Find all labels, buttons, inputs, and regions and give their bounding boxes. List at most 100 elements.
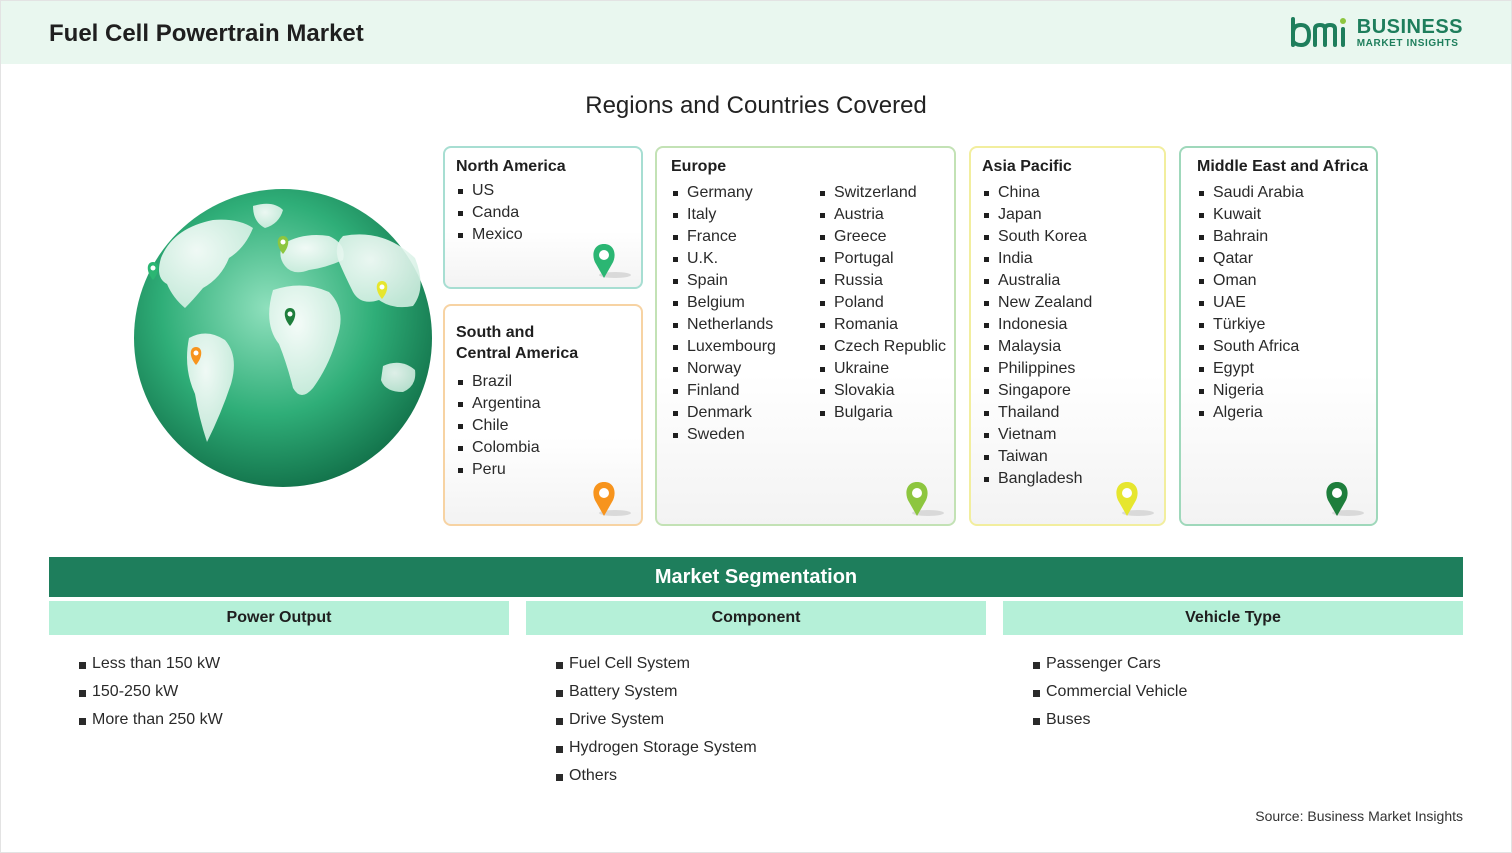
segment-header-vehicle-type: Vehicle Type (1003, 601, 1463, 635)
region-card-south-central-america: South and Central America Brazil Argenti… (443, 304, 643, 526)
country-item: Indonesia (982, 314, 1092, 336)
country-item: Bahrain (1197, 226, 1304, 248)
region-name: North America (456, 158, 566, 175)
country-item: U.K. (671, 248, 776, 270)
country-item: Thailand (982, 402, 1092, 424)
country-item: Belgium (671, 292, 776, 314)
map-pin-icon (1116, 482, 1154, 516)
region-card-middle-east-africa: Middle East and Africa Saudi Arabia Kuwa… (1179, 146, 1378, 526)
country-item: Luxembourg (671, 336, 776, 358)
country-list: China Japan South Korea India Australia … (982, 182, 1092, 490)
country-item: Argentina (456, 393, 541, 415)
segment-item: Commercial Vehicle (1032, 678, 1187, 706)
brand-logo: BUSINESS MARKET INSIGHTS (1289, 15, 1463, 51)
country-item: Netherlands (671, 314, 776, 336)
region-name-line2: Central America (456, 345, 579, 362)
country-list-column-2: Switzerland Austria Greece Portugal Russ… (818, 182, 946, 424)
country-list-column-1: Germany Italy France U.K. Spain Belgium … (671, 182, 776, 446)
logo-line-market-insights: MARKET INSIGHTS (1356, 38, 1459, 49)
segment-item: More than 250 kW (78, 706, 223, 734)
segment-list-component: Fuel Cell System Battery System Drive Sy… (555, 650, 757, 790)
country-item: Malaysia (982, 336, 1092, 358)
country-item: Spain (671, 270, 776, 292)
segment-list-power-output: Less than 150 kW 150-250 kW More than 25… (78, 650, 223, 734)
region-name: Middle East and Africa (1197, 158, 1368, 175)
segment-list-vehicle-type: Passenger Cars Commercial Vehicle Buses (1032, 650, 1187, 734)
region-name: South and Central America (456, 322, 578, 364)
map-pin-icon (593, 244, 631, 278)
country-item: India (982, 248, 1092, 270)
segment-header-power-output: Power Output (49, 601, 509, 635)
region-card-north-america: North America US Canda Mexico (443, 146, 643, 289)
country-item: South Korea (982, 226, 1092, 248)
segment-item: Buses (1032, 706, 1187, 734)
country-list: Saudi Arabia Kuwait Bahrain Qatar Oman U… (1197, 182, 1304, 424)
country-item: Chile (456, 415, 541, 437)
country-item: France (671, 226, 776, 248)
country-item: Saudi Arabia (1197, 182, 1304, 204)
region-name: Asia Pacific (982, 158, 1072, 175)
country-item: New Zealand (982, 292, 1092, 314)
country-item: Vietnam (982, 424, 1092, 446)
country-item: Japan (982, 204, 1092, 226)
map-pin-icon (593, 482, 631, 516)
logo-line-business: BUSINESS (1356, 16, 1463, 38)
country-item: Qatar (1197, 248, 1304, 270)
segment-item: Others (555, 762, 757, 790)
country-item: Singapore (982, 380, 1092, 402)
source-note: Source: Business Market Insights (1255, 808, 1463, 824)
country-item: Romania (818, 314, 946, 336)
country-item: Egypt (1197, 358, 1304, 380)
segment-item: Passenger Cars (1032, 650, 1187, 678)
segment-item: Fuel Cell System (555, 650, 757, 678)
segment-item: 150-250 kW (78, 678, 223, 706)
country-item: Czech Republic (818, 336, 946, 358)
country-item: Switzerland (818, 182, 946, 204)
country-item: Philippines (982, 358, 1092, 380)
country-item: Bulgaria (818, 402, 946, 424)
country-item: Algeria (1197, 402, 1304, 424)
country-item: Australia (982, 270, 1092, 292)
segmentation-title-bar: Market Segmentation (49, 557, 1463, 597)
country-item: Taiwan (982, 446, 1092, 468)
globe-illustration (134, 189, 432, 487)
country-item: Germany (671, 182, 776, 204)
region-name-line1: South and (456, 324, 535, 341)
country-item: Slovakia (818, 380, 946, 402)
country-item: Greece (818, 226, 946, 248)
country-item: Bangladesh (982, 468, 1092, 490)
country-item: South Africa (1197, 336, 1304, 358)
country-item: Austria (818, 204, 946, 226)
segment-item: Battery System (555, 678, 757, 706)
map-pin-icon (1326, 482, 1364, 516)
country-item: Canda (456, 202, 523, 224)
country-list: US Canda Mexico (456, 180, 523, 246)
country-item: Russia (818, 270, 946, 292)
country-item: Brazil (456, 371, 541, 393)
region-card-asia-pacific: Asia Pacific China Japan South Korea Ind… (969, 146, 1166, 526)
country-item: China (982, 182, 1092, 204)
country-item: Italy (671, 204, 776, 226)
country-item: Kuwait (1197, 204, 1304, 226)
country-item: Finland (671, 380, 776, 402)
country-item: Colombia (456, 437, 541, 459)
country-item: Poland (818, 292, 946, 314)
bmi-logo-icon (1290, 17, 1346, 48)
regions-title: Regions and Countries Covered (585, 92, 927, 119)
country-item: Sweden (671, 424, 776, 446)
country-item: Denmark (671, 402, 776, 424)
country-item: Mexico (456, 224, 523, 246)
segment-item: Hydrogen Storage System (555, 734, 757, 762)
header-bar: Fuel Cell Powertrain Market BUSINESS MAR… (1, 1, 1511, 64)
segment-item: Less than 150 kW (78, 650, 223, 678)
country-item: Oman (1197, 270, 1304, 292)
map-pin-icon (906, 482, 944, 516)
country-item: US (456, 180, 523, 202)
segment-header-component: Component (526, 601, 986, 635)
country-item: UAE (1197, 292, 1304, 314)
country-list: Brazil Argentina Chile Colombia Peru (456, 371, 541, 481)
region-card-europe: Europe Germany Italy France U.K. Spain B… (655, 146, 956, 526)
page-title: Fuel Cell Powertrain Market (49, 20, 364, 47)
segment-item: Drive System (555, 706, 757, 734)
country-item: Portugal (818, 248, 946, 270)
